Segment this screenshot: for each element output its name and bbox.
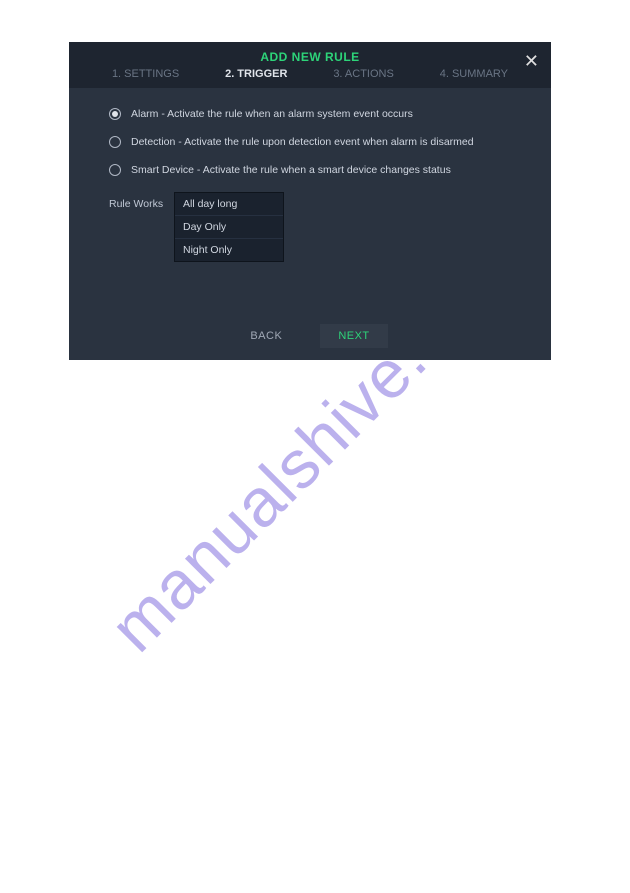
radio-option-detection[interactable]: Detection - Activate the rule upon detec…	[109, 136, 511, 148]
rule-works-dropdown[interactable]: All day long Day Only Night Only	[174, 192, 284, 262]
wizard-tabs: 1. SETTINGS 2. TRIGGER 3. ACTIONS 4. SUM…	[69, 68, 551, 88]
add-rule-dialog: ADD NEW RULE ✕ 1. SETTINGS 2. TRIGGER 3.…	[69, 42, 551, 360]
radio-option-alarm[interactable]: Alarm - Activate the rule when an alarm …	[109, 108, 511, 120]
dropdown-item-night-only[interactable]: Night Only	[175, 239, 283, 261]
dialog-header: ADD NEW RULE ✕ 1. SETTINGS 2. TRIGGER 3.…	[69, 42, 551, 88]
radio-icon	[109, 164, 121, 176]
radio-label: Detection - Activate the rule upon detec…	[131, 136, 474, 148]
radio-icon	[109, 136, 121, 148]
back-button[interactable]: BACK	[232, 324, 300, 348]
tab-settings[interactable]: 1. SETTINGS	[112, 68, 179, 80]
dialog-title: ADD NEW RULE	[69, 50, 551, 68]
next-button[interactable]: NEXT	[320, 324, 387, 348]
tab-trigger[interactable]: 2. TRIGGER	[225, 68, 287, 80]
close-icon[interactable]: ✕	[524, 52, 539, 70]
tab-summary[interactable]: 4. SUMMARY	[440, 68, 508, 80]
dialog-content: Alarm - Activate the rule when an alarm …	[69, 88, 551, 314]
dialog-footer: BACK NEXT	[69, 314, 551, 360]
rule-works-label: Rule Works	[109, 192, 174, 262]
rule-works-section: Rule Works All day long Day Only Night O…	[109, 192, 511, 262]
radio-label: Smart Device - Activate the rule when a …	[131, 164, 451, 176]
dropdown-item-day-only[interactable]: Day Only	[175, 216, 283, 239]
radio-icon	[109, 108, 121, 120]
radio-option-smart-device[interactable]: Smart Device - Activate the rule when a …	[109, 164, 511, 176]
radio-label: Alarm - Activate the rule when an alarm …	[131, 108, 413, 120]
dropdown-item-all-day[interactable]: All day long	[175, 193, 283, 216]
tab-actions[interactable]: 3. ACTIONS	[333, 68, 394, 80]
